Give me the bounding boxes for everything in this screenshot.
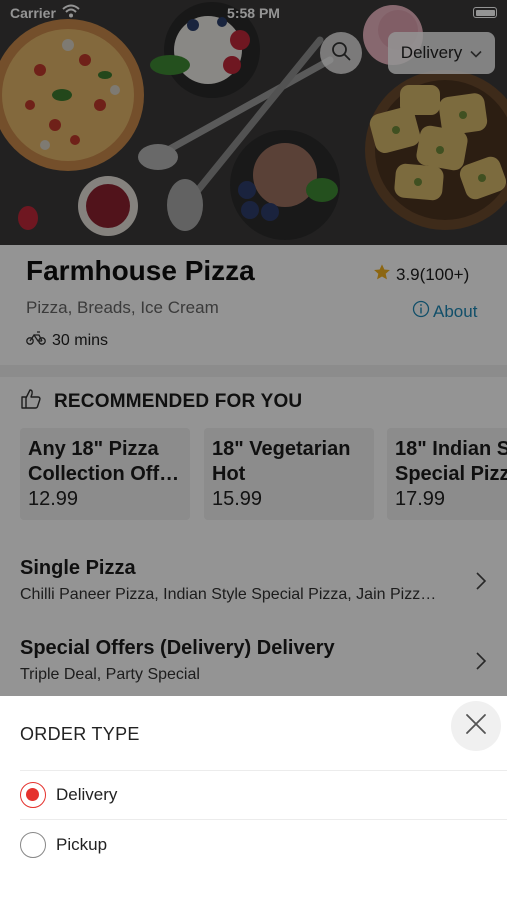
order-type-option-pickup[interactable]: Pickup: [20, 823, 500, 867]
order-type-title: ORDER TYPE: [20, 724, 140, 744]
order-type-option-label: Pickup: [56, 835, 108, 854]
order-type-option-delivery[interactable]: Delivery: [20, 773, 500, 817]
order-type-option-label: Delivery: [56, 785, 118, 804]
close-icon: [465, 713, 487, 740]
close-button[interactable]: [451, 701, 501, 751]
modal-backdrop[interactable]: [0, 0, 507, 696]
radio-selected-icon[interactable]: [20, 782, 46, 808]
radio-unselected-icon[interactable]: [20, 832, 46, 858]
sheet-divider: [20, 770, 507, 771]
sheet-divider: [20, 819, 507, 820]
order-type-sheet: ORDER TYPE Delivery Pickup: [0, 696, 507, 900]
